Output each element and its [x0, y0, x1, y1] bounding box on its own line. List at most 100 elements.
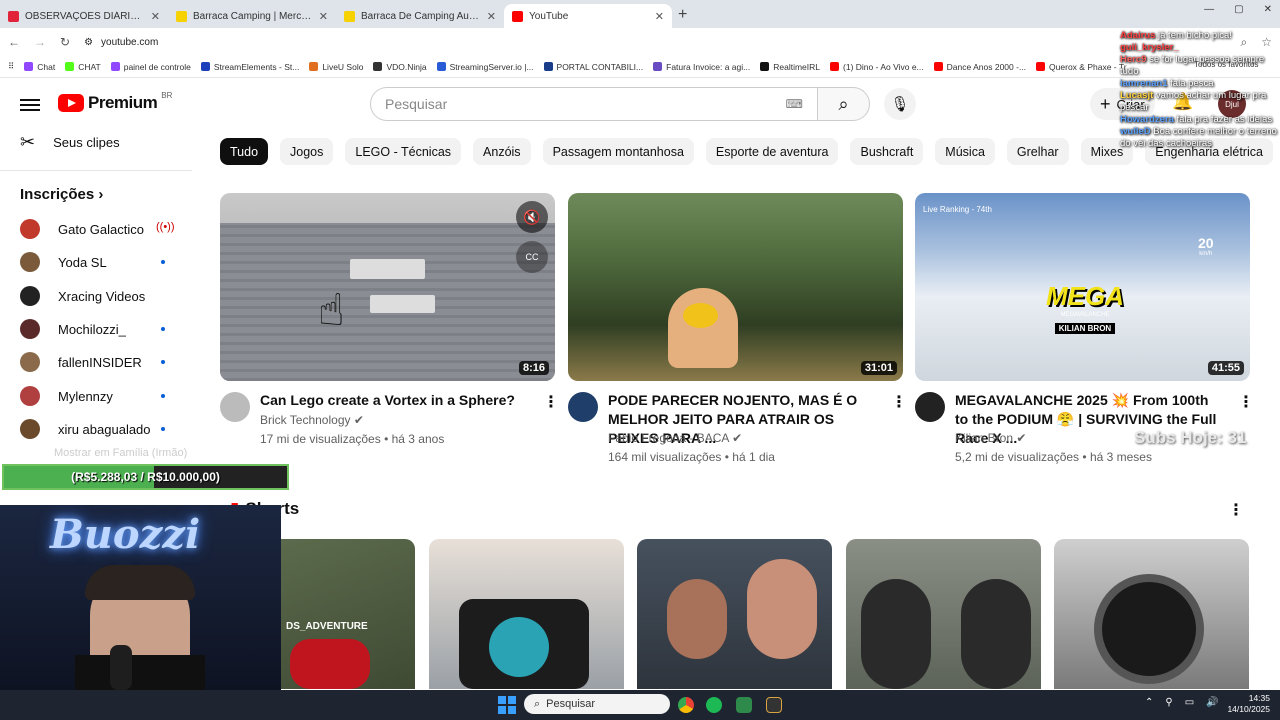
youtube-premium-logo[interactable]: Premium BR: [58, 91, 172, 113]
channel-name: Mochilozzi_: [58, 321, 126, 337]
site-info-icon[interactable]: ⚙: [84, 37, 93, 48]
browser-tab[interactable]: OBSERVAÇÕES DIÁRIAS (EP. 29 ✕: [0, 4, 168, 28]
url-field[interactable]: ⚙ youtube.com: [84, 37, 1226, 48]
chip[interactable]: Música: [935, 138, 995, 165]
mute-icon[interactable]: 🔇: [516, 201, 548, 233]
bookmark-item[interactable]: Querox & Phaxe - Tr...: [1036, 62, 1133, 72]
close-window-icon[interactable]: ✕: [1264, 4, 1272, 15]
video-channel[interactable]: Brick Technology ✔: [260, 411, 364, 429]
bookmark-item[interactable]: Fatura Invoice: a agi...: [653, 62, 750, 72]
subscriptions-heading[interactable]: Inscrições ›: [20, 186, 103, 203]
bookmark-item[interactable]: PORTAL CONTABILI...: [543, 62, 643, 72]
browser-tab-active[interactable]: YouTube ✕: [504, 4, 672, 28]
chip[interactable]: Jogos: [280, 138, 334, 165]
view-count: 17 mi de visualizações: [260, 432, 381, 446]
chip[interactable]: LEGO - Técnicas: [345, 138, 462, 165]
short-thumbnail[interactable]: [1054, 539, 1249, 689]
back-icon[interactable]: ←: [8, 35, 20, 49]
close-tab-icon[interactable]: ✕: [655, 10, 664, 23]
taskbar-clock[interactable]: 14:35 14/10/2025: [1227, 693, 1270, 715]
maximize-icon[interactable]: ▢: [1234, 4, 1243, 15]
channel-avatar[interactable]: [568, 392, 598, 422]
microphone-icon: 🎙: [890, 96, 910, 113]
tray-chevron-icon[interactable]: ⌃: [1145, 697, 1153, 708]
voice-search-button[interactable]: 🎙: [884, 88, 916, 120]
shorts-more-icon[interactable]: ⋮: [1228, 500, 1244, 520]
app-icon[interactable]: [766, 697, 782, 713]
bookmark-item[interactable]: (1) Dino - Ao Vivo e...: [830, 62, 924, 72]
sidebar-sub-item[interactable]: Mylennzy: [20, 384, 113, 408]
chrome-icon[interactable]: [678, 697, 694, 713]
chip[interactable]: Esporte de aventura: [705, 138, 839, 165]
sidebar-sub-item[interactable]: xiru abagualado: [20, 417, 151, 441]
sidebar-sub-item[interactable]: Gato Galactico: [20, 217, 144, 241]
keyboard-icon[interactable]: ⌨: [786, 97, 803, 111]
location-icon[interactable]: ⚲: [1165, 697, 1172, 708]
bookmark-item[interactable]: Dance Anos 2000 -...: [933, 62, 1026, 72]
taskbar-search-input[interactable]: ⌕ Pesquisar: [524, 694, 670, 714]
chip[interactable]: Grelhar: [1006, 138, 1069, 165]
short-thumbnail[interactable]: [429, 539, 624, 689]
menu-icon[interactable]: [20, 96, 40, 112]
chip[interactable]: Bushcraft: [850, 138, 924, 165]
close-tab-icon[interactable]: ✕: [487, 10, 496, 23]
volume-icon[interactable]: 🔊: [1206, 697, 1218, 708]
apps-grid-icon[interactable]: ⠿: [8, 61, 14, 72]
bookmark-item[interactable]: StreamElements - St...: [200, 62, 299, 72]
short-thumbnail[interactable]: [846, 539, 1041, 689]
windows-start-icon[interactable]: [498, 696, 516, 714]
close-tab-icon[interactable]: ✕: [319, 10, 328, 23]
bookmark-item[interactable]: LiveU Solo: [309, 62, 363, 72]
chip-selected[interactable]: Tudo: [220, 138, 269, 165]
bookmark-item[interactable]: RealtimeIRL: [760, 62, 820, 72]
app-icon[interactable]: [736, 697, 752, 713]
upload-age: há 1 dia: [732, 450, 775, 464]
close-tab-icon[interactable]: ✕: [151, 10, 160, 23]
search-button[interactable]: ⌕: [817, 87, 870, 121]
video-channel[interactable]: Kilian Bron ✔: [955, 429, 1026, 447]
video-channel[interactable]: Fabio Fregona - BACA ✔: [608, 429, 742, 447]
new-tab-button[interactable]: +: [678, 4, 687, 28]
forward-icon[interactable]: →: [34, 35, 46, 49]
spotify-icon[interactable]: [706, 697, 722, 713]
chip[interactable]: Passagem montanhosa: [542, 138, 694, 165]
more-actions-icon[interactable]: ⋮: [543, 392, 559, 412]
minimize-icon[interactable]: —: [1204, 4, 1214, 15]
bookmark-item[interactable]: VDO.Ninja: [373, 62, 427, 72]
channel-name: fallenINSIDER: [58, 354, 142, 370]
bookmark-label: LiveU Solo: [322, 61, 364, 72]
sidebar-sub-item[interactable]: Yoda SL: [20, 250, 107, 274]
channel-avatar[interactable]: [220, 392, 250, 422]
video-title[interactable]: Can Lego create a Vortex in a Sphere?: [260, 391, 530, 410]
bookmark-item[interactable]: Chat: [24, 62, 55, 72]
browser-tab[interactable]: Barraca De Camping Automati ✕: [336, 4, 504, 28]
captions-icon[interactable]: CC: [516, 241, 548, 273]
window-controls: — ▢ ✕: [1204, 4, 1272, 15]
channel-name: Mylennzy: [58, 388, 113, 404]
bookmark-item[interactable]: CHAT: [65, 62, 101, 72]
reload-icon[interactable]: ↻: [60, 35, 70, 49]
verified-icon: ✔: [1016, 431, 1027, 445]
all-favorites-label[interactable]: Todos os favoritos: [1194, 60, 1258, 69]
fishing-reel-image: [290, 639, 370, 689]
channel-name: Gato Galactico: [58, 221, 144, 237]
video-thumbnail[interactable]: 31:01: [568, 193, 903, 381]
sidebar-sub-item[interactable]: Mochilozzi_: [20, 317, 126, 341]
more-actions-icon[interactable]: ⋮: [891, 392, 907, 412]
sidebar-sub-item[interactable]: Xracing Videos: [20, 284, 145, 308]
ranking-label: Live Ranking - 74th: [923, 205, 992, 214]
browser-tab[interactable]: Barraca Camping | MercadoLivr ✕: [168, 4, 336, 28]
sidebar-sub-item[interactable]: fallenINSIDER: [20, 350, 142, 374]
sidebar-item-clips[interactable]: ✂ Seus clipes: [20, 130, 120, 154]
bookmark-item[interactable]: painel de controle: [110, 62, 191, 72]
short-thumbnail[interactable]: [637, 539, 832, 689]
bookmark-item[interactable]: StreamingServer.io |...: [436, 62, 534, 72]
search-icon: ⌕: [838, 93, 849, 114]
chevron-right-icon: ›: [98, 186, 104, 203]
network-icon[interactable]: ▭: [1185, 697, 1194, 708]
channel-avatar[interactable]: [915, 392, 945, 422]
search-input[interactable]: Pesquisar ⌨: [370, 87, 818, 121]
video-thumbnail[interactable]: 🔇 CC 8:16: [220, 193, 555, 381]
more-actions-icon[interactable]: ⋮: [1238, 392, 1254, 412]
chip[interactable]: Anzóis: [473, 138, 531, 165]
